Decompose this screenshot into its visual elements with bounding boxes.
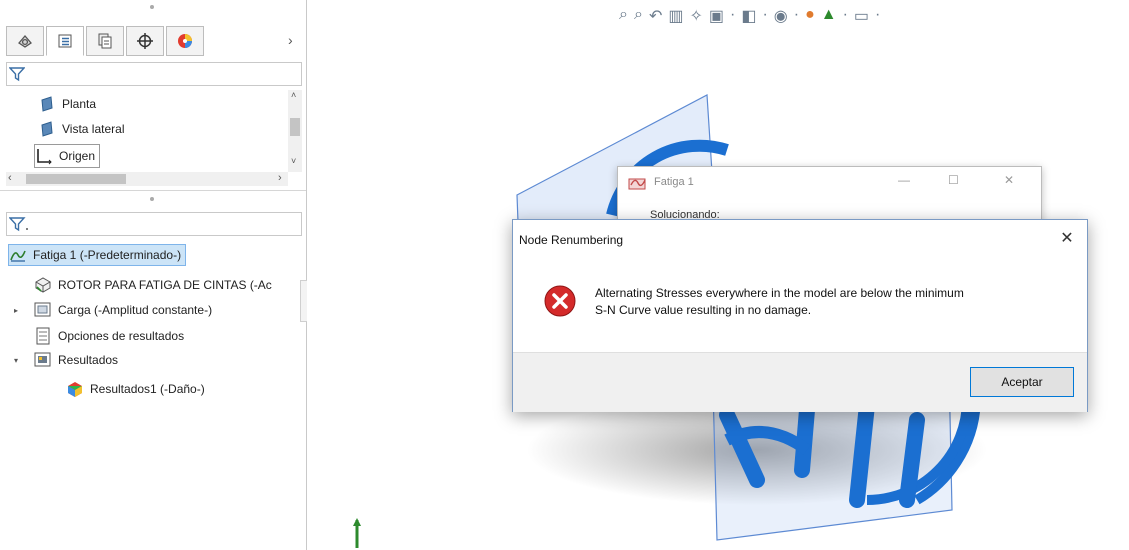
dropdown-icon[interactable]: · [875, 6, 880, 26]
tree-horizontal-scrollbar[interactable]: ‹ › [6, 172, 288, 186]
error-icon [544, 285, 576, 317]
tree-item-carga[interactable]: Carga (-Amplitud constante-) [34, 300, 212, 320]
display-style-icon[interactable]: ◧ [741, 6, 756, 26]
study-icon [9, 247, 27, 263]
panel-tab-bar: › [6, 26, 296, 56]
configuration-manager-tab[interactable] [86, 26, 124, 56]
display-manager-tab-icon [178, 34, 192, 48]
tree-item-resultados1[interactable]: Resultados1 (-Daño-) [66, 379, 205, 399]
scroll-right-icon[interactable]: › [278, 172, 282, 184]
dropdown-icon[interactable]: · [730, 6, 735, 26]
view-settings-icon[interactable]: ▭ [854, 6, 869, 26]
tree-item-label: ROTOR PARA FATIGA DE CINTAS (-Ac [58, 278, 272, 292]
dimxpert-tab-icon [137, 33, 153, 49]
tree-item-origen[interactable]: Origen [34, 144, 101, 168]
expand-arrow-icon[interactable]: ▸ [14, 306, 18, 315]
zoom-to-fit-icon[interactable]: ⌕ [619, 6, 628, 26]
tree-item-label: Resultados1 (-Daño-) [90, 382, 205, 396]
tree-vertical-scrollbar[interactable]: ˄ ˅ [288, 90, 302, 172]
maximize-icon[interactable]: ☐ [948, 173, 959, 187]
close-icon[interactable]: ✕ [1055, 228, 1079, 250]
view-orientation-icon[interactable]: ▣ [709, 6, 724, 26]
dropdown-icon[interactable]: · [762, 6, 767, 26]
section-view-icon[interactable]: ▥ [668, 6, 683, 26]
close-icon[interactable]: ✕ [1004, 173, 1014, 187]
filter-icon [9, 67, 25, 82]
node-renumbering-dialog: Node Renumbering ✕ Alternating Stresses … [512, 219, 1088, 412]
feature-manager-panel: › Planta Vista lateral Origen ˄ ˅ ‹ › Fa… [0, 0, 316, 550]
tree-item-label: Carga (-Amplitud constante-) [58, 303, 213, 317]
accept-button[interactable]: Aceptar [970, 367, 1074, 397]
feature-manager-tab[interactable] [6, 26, 44, 56]
tree-item-resultados[interactable]: Resultados [34, 350, 118, 370]
tree-item-opciones[interactable]: Opciones de resultados [34, 326, 184, 346]
tree-item-label: Planta [62, 97, 97, 111]
dropdown-icon[interactable]: · [794, 6, 799, 26]
scroll-down-icon[interactable]: ˅ [291, 156, 296, 166]
scrollbar-thumb[interactable] [290, 118, 300, 136]
scrollbar-thumb[interactable] [26, 174, 126, 184]
panel-splitter-bottom[interactable] [0, 194, 306, 204]
tree-item-label: Opciones de resultados [58, 329, 185, 343]
tree-item-label: Origen [59, 149, 96, 163]
dialog-message-line1: Alternating Stresses everywhere in the m… [595, 286, 964, 300]
tree-item-label: Vista lateral [62, 122, 125, 136]
result-options-icon [34, 327, 52, 345]
scroll-left-icon[interactable]: ‹ [8, 172, 12, 184]
hide-show-items-icon[interactable]: ◉ [774, 6, 788, 26]
dynamic-annotation-icon[interactable]: ✧ [689, 6, 702, 26]
load-folder-icon [34, 302, 52, 318]
edit-appearance-icon[interactable]: ● [805, 6, 815, 26]
simulation-app-icon [628, 178, 646, 190]
zoom-to-area-icon[interactable]: ⌕ [634, 6, 643, 26]
results-folder-icon [34, 352, 52, 368]
collapse-arrow-icon[interactable]: ▾ [14, 356, 18, 365]
scroll-up-icon[interactable]: ˄ [291, 90, 296, 100]
tree-item-label: Resultados [58, 353, 119, 367]
dimxpert-tab[interactable] [126, 26, 164, 56]
origin-icon [35, 148, 53, 165]
result-plot-icon [66, 381, 84, 397]
tree-item-planta[interactable]: Planta [38, 94, 96, 114]
dialog-footer: Aceptar [513, 352, 1087, 412]
panel-splitter-top[interactable] [0, 2, 306, 12]
heads-up-view-toolbar: ⌕ ⌕ ↶ ▥ ✧ ▣ · ◧ · ◉ · ● ▲ · ▭ · [619, 6, 880, 26]
tree-item-vista-lateral[interactable]: Vista lateral [38, 119, 124, 139]
filter-icon [9, 217, 28, 232]
dialog-message-line2: S-N Curve value resulting in no damage. [595, 303, 812, 317]
study-node[interactable]: Fatiga 1 (-Predeterminado-) [8, 244, 187, 266]
apply-scene-icon[interactable]: ▲ [821, 6, 837, 26]
tree-item-rotor[interactable]: ROTOR PARA FATIGA DE CINTAS (-Ac [34, 275, 272, 295]
configuration-manager-tab-icon [98, 33, 112, 49]
tab-scroll-right-icon[interactable]: › [288, 32, 293, 48]
property-manager-tab-icon [58, 34, 72, 48]
window-title: Fatiga 1 [654, 176, 694, 188]
dialog-title: Node Renumbering [519, 233, 624, 247]
property-manager-tab[interactable] [46, 26, 84, 56]
plane-icon [38, 121, 56, 137]
part-icon [34, 277, 52, 293]
study-label: Fatiga 1 (-Predeterminado-) [33, 248, 182, 262]
tree-filter-top[interactable] [6, 62, 302, 86]
triad-icon [353, 518, 361, 548]
plane-icon [38, 96, 56, 112]
previous-view-icon[interactable]: ↶ [649, 6, 662, 26]
dropdown-icon[interactable]: · [843, 6, 848, 26]
minimize-icon[interactable]: — [898, 173, 910, 187]
display-manager-tab[interactable] [166, 26, 204, 56]
tree-filter-bottom[interactable] [6, 212, 302, 236]
panel-divider [0, 190, 306, 191]
feature-manager-tab-icon [18, 35, 32, 48]
